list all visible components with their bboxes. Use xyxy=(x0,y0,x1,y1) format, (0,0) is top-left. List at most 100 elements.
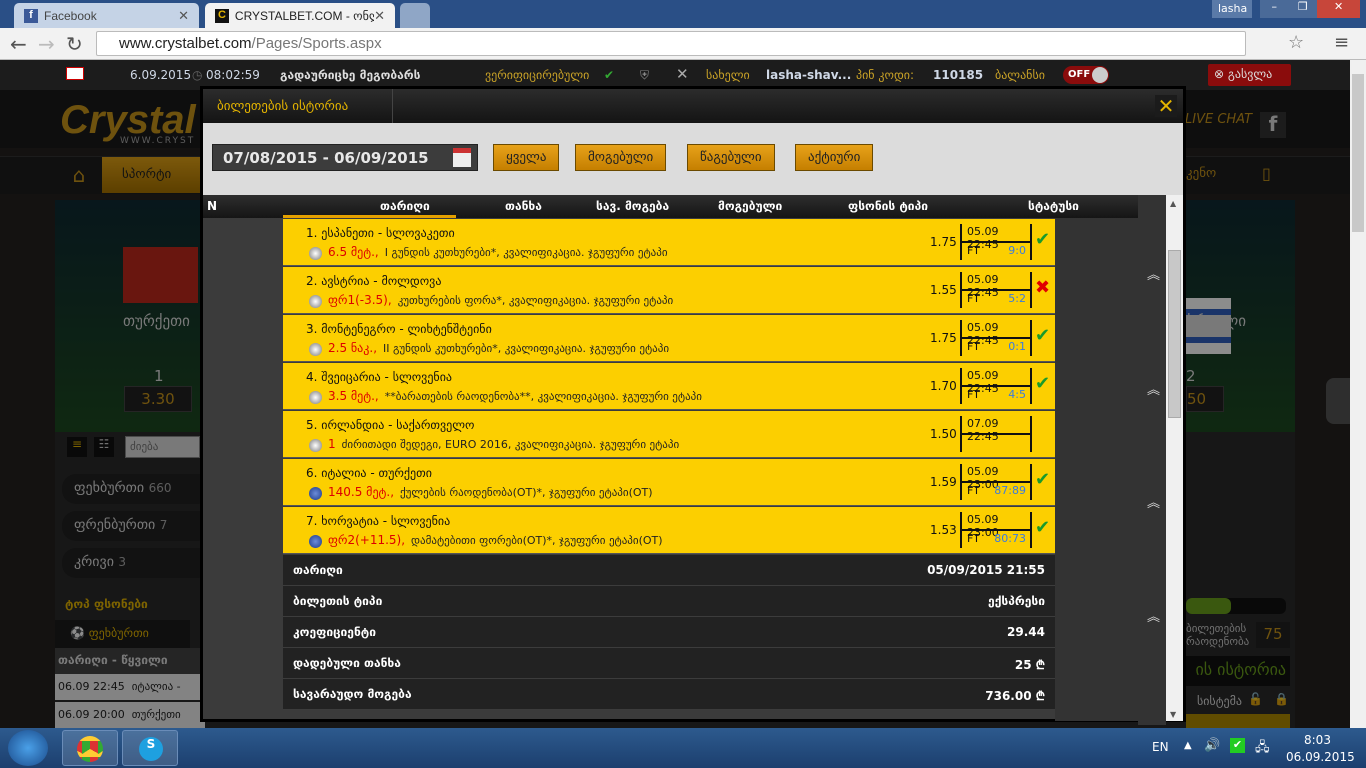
bet-market: I გუნდის კუთხურები*, კვალიფიკაცია. ჯგუფუ… xyxy=(384,246,668,259)
tab-facebook[interactable]: f Facebook ✕ xyxy=(14,3,199,28)
football-icon xyxy=(309,390,322,404)
bet-market: **ბარათების რაოდენობა**, კვალიფიკაცია. ჯ… xyxy=(384,390,702,403)
collapse-icon[interactable]: ︽ xyxy=(1147,492,1160,511)
tray-expand-icon[interactable]: ▲ xyxy=(1184,740,1192,751)
collapse-icon[interactable]: ︽ xyxy=(1147,379,1160,398)
skype-taskbar-icon[interactable]: S xyxy=(122,730,178,766)
event-score: 0:1 xyxy=(1008,340,1026,353)
scrollbar-thumb[interactable] xyxy=(1168,250,1181,418)
forward-icon[interactable]: → xyxy=(38,32,55,56)
filter-lost-button[interactable]: წაგებული xyxy=(687,144,775,171)
modal-scrollbar[interactable]: ▲ ▼ xyxy=(1166,195,1183,721)
logout-button[interactable]: ⊗ გასვლა xyxy=(1208,64,1291,86)
bet-row[interactable]: 5. ირლანდია - საქართველო 1 ძირითადი შედეგ… xyxy=(283,411,1055,458)
url-input[interactable]: www.crystalbet.com/Pages/Sports.aspx xyxy=(96,31,1246,56)
event-period: FT xyxy=(967,388,980,401)
clock-time[interactable]: 8:03 xyxy=(1304,733,1331,747)
column-bet-type[interactable]: ფსონის ტიპი xyxy=(848,199,928,213)
bet-selection: 140.5 მეტ., xyxy=(328,485,395,499)
tab-title: Facebook xyxy=(44,8,97,23)
security-icon[interactable]: ⛨ xyxy=(640,68,649,83)
minimize-icon[interactable]: – xyxy=(1260,0,1289,18)
bet-selection: ფრ2(+11.5), xyxy=(328,533,406,547)
bet-market: ძირითადი შედეგი, EURO 2016, კვალიფიკაცია… xyxy=(341,438,680,451)
filter-active-button[interactable]: აქტიური xyxy=(795,144,874,171)
current-date: 6.09.2015 xyxy=(130,68,192,82)
sync-icon[interactable]: ✔ xyxy=(1230,738,1245,753)
username: lasha-shav... xyxy=(766,68,852,82)
close-icon[interactable]: ✕ xyxy=(178,8,189,24)
balance-toggle[interactable]: OFF xyxy=(1063,66,1109,84)
back-icon[interactable]: ← xyxy=(10,32,27,56)
status-won-icon: ✔ xyxy=(1035,229,1051,250)
event-score: 80:73 xyxy=(994,532,1026,545)
bet-row[interactable]: 4. შვეიცარია - სლოვენია 3.5 მეტ., **ბარათ… xyxy=(283,363,1055,410)
reload-icon[interactable]: ↻ xyxy=(66,32,83,56)
filter-won-button[interactable]: მოგებული xyxy=(575,144,667,171)
status-won-icon: ✔ xyxy=(1035,325,1051,346)
column-won[interactable]: მოგებული xyxy=(718,199,782,213)
menu-icon[interactable]: ≡ xyxy=(1334,32,1349,53)
event-score: 5:2 xyxy=(1008,292,1026,305)
clock-date[interactable]: 06.09.2015 xyxy=(1286,750,1355,764)
pin-code: 110185 xyxy=(933,68,984,82)
column-date[interactable]: თარიღი xyxy=(380,199,430,213)
clock-icon: ◷ xyxy=(192,68,203,82)
scroll-down-icon[interactable]: ▼ xyxy=(1170,710,1176,719)
bet-market: ქულების რაოდენობა(OT)*, ჯგუფური ეტაპი(OT… xyxy=(400,486,653,499)
scroll-up-icon[interactable]: ▲ xyxy=(1170,199,1176,208)
collapse-icon[interactable]: ︽ xyxy=(1147,264,1160,283)
summary-row: თარიღი 05/09/2015 21:55 xyxy=(283,555,1055,586)
bet-row[interactable]: 2. ავსტრია - მოლდოვა ფრ1(-3.5), კუთხურები… xyxy=(283,267,1055,314)
status-won-icon: ✔ xyxy=(1035,373,1051,394)
profile-user[interactable]: lasha xyxy=(1212,0,1252,18)
start-button[interactable] xyxy=(8,730,48,766)
name-label: სახელი xyxy=(706,68,750,82)
browser-tabstrip: f Facebook ✕ C CRYSTALBET.COM - ონლ... ✕… xyxy=(0,0,1366,28)
filter-all-button[interactable]: ყველა xyxy=(493,144,560,171)
summary-row: დადებული თანხა 25 ₾ xyxy=(283,648,1055,679)
maximize-icon[interactable]: ❐ xyxy=(1288,0,1318,18)
column-status[interactable]: სტატუსი xyxy=(1028,199,1079,213)
bet-selection: ფრ1(-3.5), xyxy=(328,293,392,307)
page-scrollbar[interactable] xyxy=(1350,60,1366,728)
date-range-picker[interactable]: 07/08/2015 - 06/09/2015 xyxy=(212,144,478,171)
close-icon[interactable]: ✕ xyxy=(1155,95,1177,117)
chrome-taskbar-icon[interactable] xyxy=(62,730,118,766)
column-amount[interactable]: თანხა xyxy=(505,199,542,213)
calendar-icon[interactable] xyxy=(453,148,471,167)
language-indicator[interactable]: EN xyxy=(1152,740,1169,754)
summary-value: 05/09/2015 21:55 xyxy=(927,563,1045,577)
status-won-icon: ✔ xyxy=(1035,469,1051,490)
summary-label: კოეფიციენტი xyxy=(293,625,376,639)
crystalbet-icon: C xyxy=(215,8,229,23)
column-n[interactable]: N xyxy=(207,199,217,213)
bet-row[interactable]: 3. მონტენეგრო - ლიხტენშტეინი 2.5 ნაკ., II… xyxy=(283,315,1055,362)
pin-label: პინ კოდი: xyxy=(856,68,915,82)
match-name: 6. იტალია - თურქეთი xyxy=(306,466,432,480)
tools-icon[interactable]: ✕ xyxy=(676,65,689,83)
georgia-flag-icon[interactable] xyxy=(66,67,84,80)
new-tab-button[interactable] xyxy=(400,3,430,28)
current-time: 08:02:59 xyxy=(206,68,260,82)
tab-crystalbet[interactable]: C CRYSTALBET.COM - ონლ... ✕ xyxy=(205,3,395,28)
modal-title: ბილეთების ისტორია xyxy=(203,89,393,123)
close-icon[interactable]: ✕ xyxy=(374,8,385,24)
volume-icon[interactable]: 🔊 xyxy=(1204,738,1220,753)
column-potential-win[interactable]: სავ. მოგება xyxy=(596,199,669,213)
summary-row: სავარაუდო მოგება 736.00 ₾ xyxy=(283,679,1055,710)
star-icon[interactable]: ☆ xyxy=(1288,32,1304,53)
bet-market: კუთხურების ფორა*, კვალიფიკაცია. ჯგუფური … xyxy=(397,294,674,307)
transfer-to-friend-link[interactable]: გადაურიცხე მეგობარს xyxy=(280,68,420,82)
bet-row[interactable]: 1. ესპანეთი - სლოვაკეთი 6.5 მეტ., I გუნდი… xyxy=(283,219,1055,266)
bet-row[interactable]: 7. ხორვატია - სლოვენია ფრ2(+11.5), დამატე… xyxy=(283,507,1055,554)
event-score: 4:5 xyxy=(1008,388,1026,401)
bet-odds: 1.70 xyxy=(930,379,957,393)
bet-market: დამატებითი ფორები(OT)*, ჯგუფური ეტაპი(OT… xyxy=(411,534,663,547)
event-period: FT xyxy=(967,292,980,305)
close-window-icon[interactable]: ✕ xyxy=(1317,0,1361,18)
facebook-icon: f xyxy=(24,8,38,23)
collapse-icon[interactable]: ︽ xyxy=(1147,606,1160,625)
network-icon[interactable]: 🖧 xyxy=(1255,738,1270,760)
bet-row[interactable]: 6. იტალია - თურქეთი 140.5 მეტ., ქულების რ… xyxy=(283,459,1055,506)
